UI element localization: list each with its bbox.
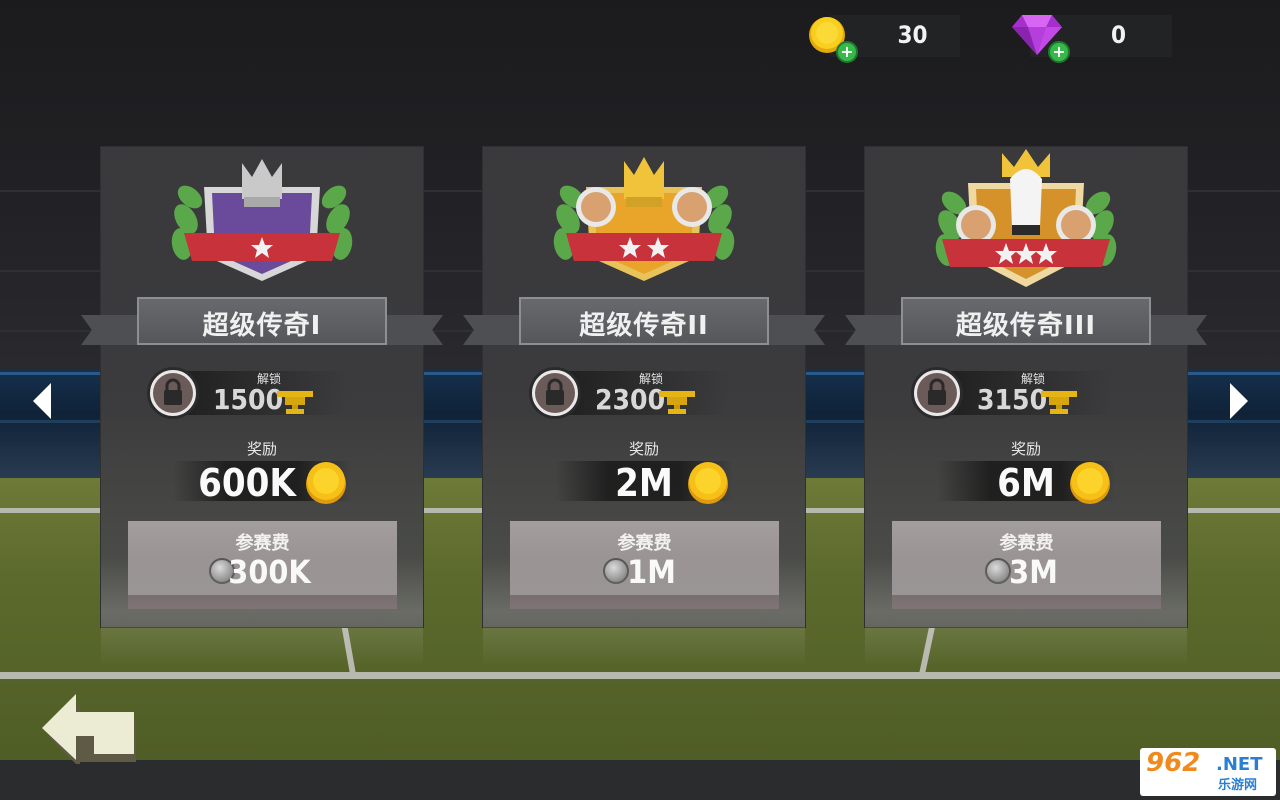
unlock-requirement: 解锁 1500 <box>147 367 377 419</box>
gem-balance[interactable]: + 0 <box>1012 15 1172 63</box>
reward-label: 奖励 <box>246 440 277 458</box>
next-page-arrow-icon[interactable] <box>1228 383 1248 419</box>
reward-amount: 2M <box>483 457 805 505</box>
watermark-site: 乐游网 <box>1218 778 1258 793</box>
trophy-icon <box>659 391 695 414</box>
reward-amount: 6M <box>865 457 1187 505</box>
watermark-suffix: .NET <box>1216 754 1263 775</box>
gold-coin-icon <box>306 462 346 504</box>
tier-emblem-icon <box>553 157 735 281</box>
reward-label: 奖励 <box>1010 440 1041 458</box>
trophy-icon <box>1041 391 1077 414</box>
reward-value: 6M <box>997 461 1055 505</box>
unlock-trophies: 2300 <box>595 383 666 416</box>
tournament-title: 超级传奇I <box>202 311 322 341</box>
site-watermark-logo: 962 .NET 乐游网 <box>1140 748 1276 796</box>
previous-page-arrow-icon[interactable] <box>33 383 53 419</box>
entry-fee-button[interactable]: 参赛费 3M <box>892 521 1161 609</box>
tournament-title: 超级传奇III <box>955 311 1097 341</box>
tournament-card-2[interactable]: 超级传奇II 解锁 2300 奖励 2M 参赛费 1M <box>463 147 825 667</box>
title-ribbon: 超级传奇I <box>81 297 443 357</box>
tournament-title: 超级传奇II <box>579 311 709 341</box>
lock-icon <box>529 367 581 419</box>
entry-fee-label: 参赛费 <box>235 533 290 554</box>
gem-count: 0 <box>1110 21 1127 49</box>
lock-icon <box>911 367 963 419</box>
unlock-trophies: 1500 <box>213 383 284 416</box>
title-ribbon: 超级传奇II <box>463 297 825 357</box>
coin-count: 30 <box>897 21 928 49</box>
tournament-card-3[interactable]: 超级传奇III 解锁 3150 奖励 6M 参赛费 3M <box>845 147 1207 667</box>
reward-label: 奖励 <box>628 440 659 458</box>
reward-value: 600K <box>198 461 296 505</box>
gold-coin-icon <box>688 462 728 504</box>
gold-coin-icon <box>1070 462 1110 504</box>
entry-fee-value: 3M <box>1009 553 1058 591</box>
watermark-brand: 962 <box>1146 748 1201 778</box>
trophy-icon <box>277 391 313 414</box>
tier-emblem-icon <box>935 149 1117 287</box>
unlock-trophies: 3150 <box>977 383 1048 416</box>
entry-fee-value: 300K <box>228 553 311 591</box>
reward-amount: 600K <box>101 457 423 505</box>
add-coins-icon[interactable]: + <box>836 41 858 63</box>
entry-fee-button[interactable]: 参赛费 300K <box>128 521 397 609</box>
coin-balance[interactable]: + 30 <box>809 15 960 63</box>
tournament-card-1[interactable]: 超级传奇I 解锁 1500 奖励 600K 参赛费 300K <box>81 147 443 667</box>
entry-fee-button[interactable]: 参赛费 1M <box>510 521 779 609</box>
entry-fee-label: 参赛费 <box>999 533 1054 554</box>
back-arrow-icon[interactable] <box>42 688 142 764</box>
reward-value: 2M <box>615 461 673 505</box>
tier-emblem-icon <box>171 159 353 281</box>
unlock-requirement: 解锁 2300 <box>529 367 759 419</box>
unlock-requirement: 解锁 3150 <box>911 367 1141 419</box>
entry-fee-label: 参赛费 <box>617 533 672 554</box>
title-ribbon: 超级传奇III <box>845 297 1207 357</box>
entry-fee-value: 1M <box>627 553 676 591</box>
lock-icon <box>147 367 199 419</box>
